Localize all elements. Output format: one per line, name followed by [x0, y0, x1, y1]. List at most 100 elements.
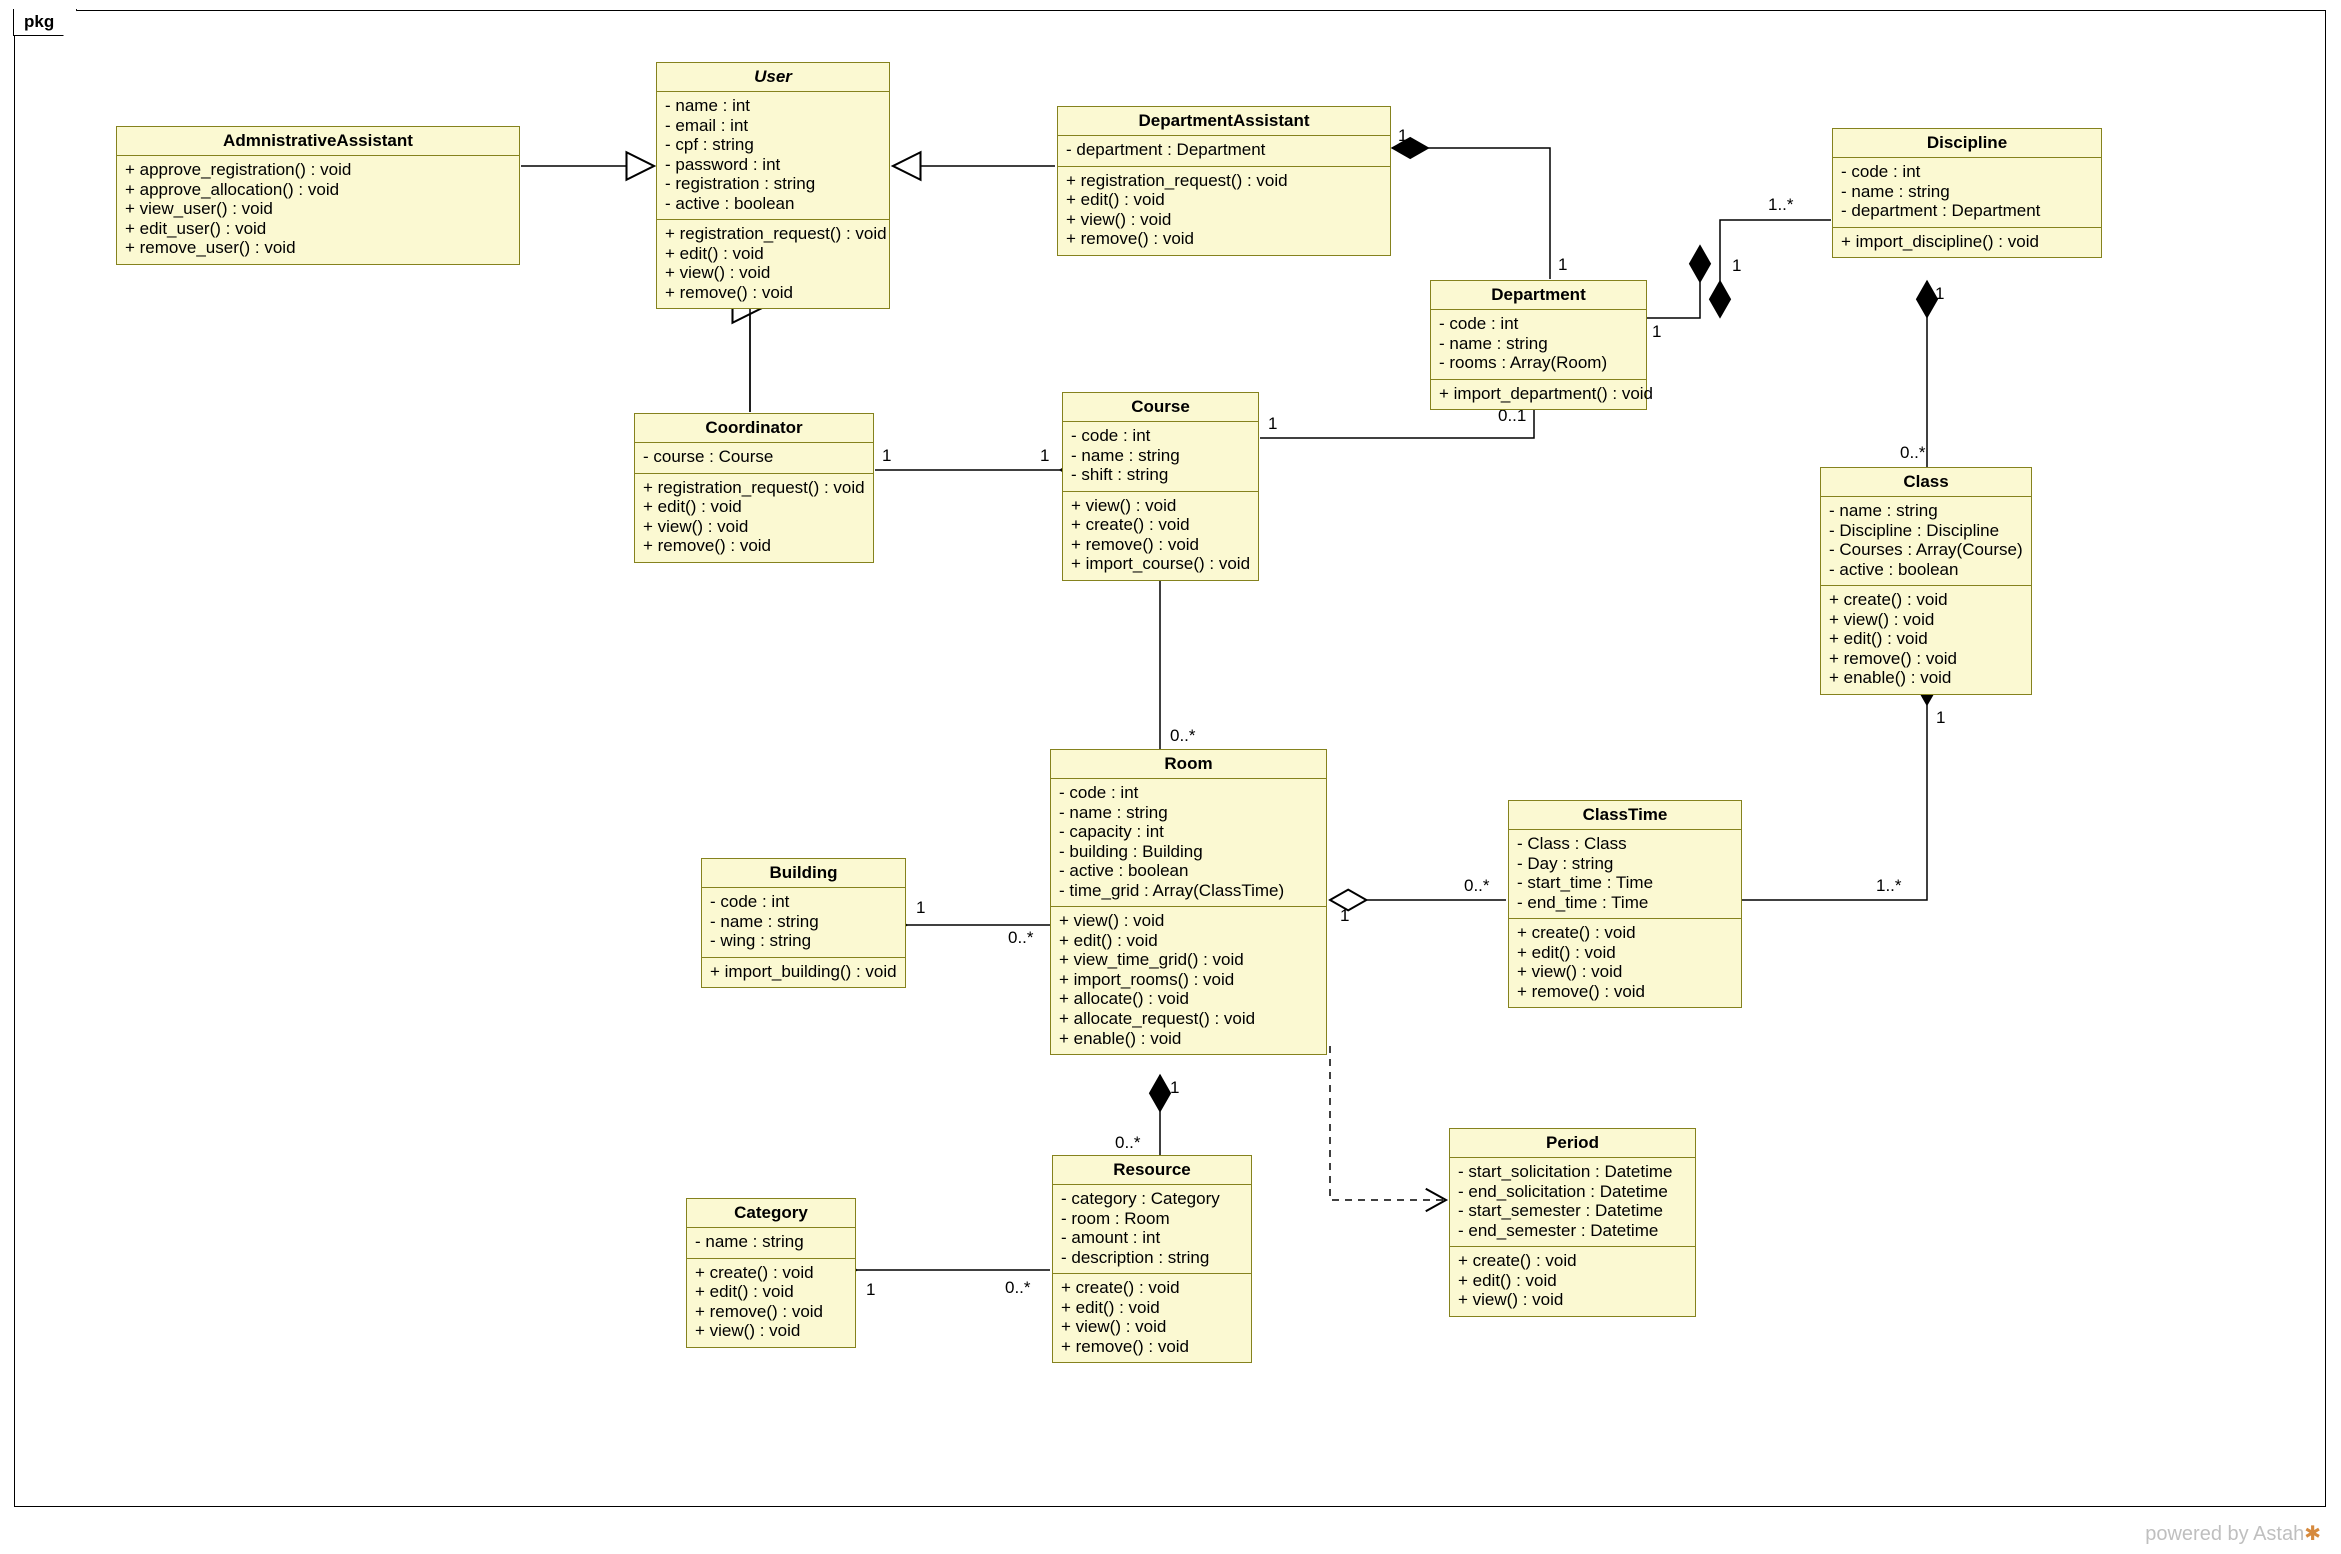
member-row: - password : int [665, 155, 881, 175]
member-row: - Discipline : Discipline [1829, 521, 2023, 541]
ops: + import_department() : void [1431, 380, 1646, 410]
member-row: + import_rooms() : void [1059, 970, 1318, 990]
attrs: - category : Category- room : Room- amou… [1053, 1185, 1251, 1274]
class-title: AdmnistrativeAssistant [117, 127, 519, 156]
attrs: - code : int- name : string- rooms : Arr… [1431, 310, 1646, 380]
class-title: Category [687, 1199, 855, 1228]
class-title: DepartmentAssistant [1058, 107, 1390, 136]
member-row: + view_time_grid() : void [1059, 950, 1318, 970]
member-row: + edit() : void [1517, 943, 1733, 963]
member-row: - registration : string [665, 174, 881, 194]
ops: + registration_request() : void+ edit() … [657, 220, 889, 308]
member-row: + approve_registration() : void [125, 160, 511, 180]
member-row: + edit() : void [665, 244, 881, 264]
member-row: + remove() : void [1061, 1337, 1243, 1357]
member-row: - code : int [1439, 314, 1638, 334]
member-row: + registration_request() : void [1066, 171, 1382, 191]
attrs: - Class : Class- Day : string- start_tim… [1509, 830, 1741, 919]
class-title: Room [1051, 750, 1326, 779]
class-category: Category - name : string + create() : vo… [686, 1198, 856, 1348]
ops: + view() : void+ edit() : void+ view_tim… [1051, 907, 1326, 1054]
class-classtime: ClassTime - Class : Class- Day : string-… [1508, 800, 1742, 1008]
attrs: - code : int- name : string- wing : stri… [702, 888, 905, 958]
member-row: + view() : void [1066, 210, 1382, 230]
member-row: + remove() : void [643, 536, 865, 556]
member-row: + edit() : void [695, 1282, 847, 1302]
attrs: - start_solicitation : Datetime- end_sol… [1450, 1158, 1695, 1247]
class-resource: Resource - category : Category- room : R… [1052, 1155, 1252, 1363]
member-row: + view() : void [1517, 962, 1733, 982]
class-title: Period [1450, 1129, 1695, 1158]
class-discipline: Discipline - code : int- name : string- … [1832, 128, 2102, 258]
class-title: Course [1063, 393, 1258, 422]
member-row: + import_building() : void [710, 962, 897, 982]
member-row: + view() : void [1059, 911, 1318, 931]
member-row: + import_course() : void [1071, 554, 1250, 574]
member-row: + view() : void [643, 517, 865, 537]
class-course: Course - code : int- name : string- shif… [1062, 392, 1259, 581]
class-admnistrativeassistant: AdmnistrativeAssistant + approve_registr… [116, 126, 520, 265]
member-row: - category : Category [1061, 1189, 1243, 1209]
ops: + create() : void+ edit() : void+ view()… [1450, 1247, 1695, 1316]
member-row: - end_solicitation : Datetime [1458, 1182, 1687, 1202]
member-row: - active : boolean [1829, 560, 2023, 580]
ops: + import_discipline() : void [1833, 228, 2101, 258]
member-row: + allocate() : void [1059, 989, 1318, 1009]
class-title: Resource [1053, 1156, 1251, 1185]
member-row: - name : string [695, 1232, 847, 1252]
member-row: + edit() : void [643, 497, 865, 517]
member-row: + allocate_request() : void [1059, 1009, 1318, 1029]
watermark-text: powered by Astah [2145, 1523, 2304, 1545]
attrs: - name : string [687, 1228, 855, 1259]
class-period: Period - start_solicitation : Datetime- … [1449, 1128, 1696, 1317]
attrs: - code : int- name : string- capacity : … [1051, 779, 1326, 907]
member-row: + enable() : void [1059, 1029, 1318, 1049]
member-row: + create() : void [1517, 923, 1733, 943]
member-row: + create() : void [1458, 1251, 1687, 1271]
ops: + create() : void+ edit() : void+ view()… [1509, 919, 1741, 1007]
member-row: - description : string [1061, 1248, 1243, 1268]
class-departmentassistant: DepartmentAssistant - department : Depar… [1057, 106, 1391, 256]
member-row: - end_time : Time [1517, 893, 1733, 913]
member-row: - department : Department [1066, 140, 1382, 160]
member-row: - start_semester : Datetime [1458, 1201, 1687, 1221]
member-row: + remove() : void [1517, 982, 1733, 1002]
member-row: + view() : void [665, 263, 881, 283]
member-row: - department : Department [1841, 201, 2093, 221]
member-row: + edit() : void [1061, 1298, 1243, 1318]
class-title: Class [1821, 468, 2031, 497]
member-row: - building : Building [1059, 842, 1318, 862]
member-row: - wing : string [710, 931, 897, 951]
class-title: Discipline [1833, 129, 2101, 158]
class-class: Class - name : string- Discipline : Disc… [1820, 467, 2032, 695]
member-row: - email : int [665, 116, 881, 136]
member-row: - name : string [710, 912, 897, 932]
member-row: - course : Course [643, 447, 865, 467]
ops: + registration_request() : void+ edit() … [1058, 167, 1390, 255]
package-tab: pkg [13, 9, 77, 36]
member-row: - start_time : Time [1517, 873, 1733, 893]
member-row: - Class : Class [1517, 834, 1733, 854]
member-row: + edit() : void [1059, 931, 1318, 951]
class-department: Department - code : int- name : string- … [1430, 280, 1647, 410]
member-row: - code : int [1071, 426, 1250, 446]
member-row: - end_semester : Datetime [1458, 1221, 1687, 1241]
attrs: - course : Course [635, 443, 873, 474]
member-row: + edit() : void [1829, 629, 2023, 649]
member-row: - code : int [1841, 162, 2093, 182]
ops: + create() : void+ view() : void+ edit()… [1821, 586, 2031, 694]
class-building: Building - code : int- name : string- wi… [701, 858, 906, 988]
member-row: + remove() : void [1066, 229, 1382, 249]
member-row: + remove_user() : void [125, 238, 511, 258]
member-row: - Day : string [1517, 854, 1733, 874]
class-user: User - name : int- email : int- cpf : st… [656, 62, 890, 309]
member-row: + view_user() : void [125, 199, 511, 219]
watermark: powered by Astah✱ [2145, 1521, 2321, 1546]
member-row: + edit() : void [1066, 190, 1382, 210]
member-row: + create() : void [1061, 1278, 1243, 1298]
member-row: + import_discipline() : void [1841, 232, 2093, 252]
member-row: - capacity : int [1059, 822, 1318, 842]
package-label: pkg [24, 12, 54, 32]
member-row: - code : int [1059, 783, 1318, 803]
uml-canvas: pkg [0, 0, 2341, 1554]
